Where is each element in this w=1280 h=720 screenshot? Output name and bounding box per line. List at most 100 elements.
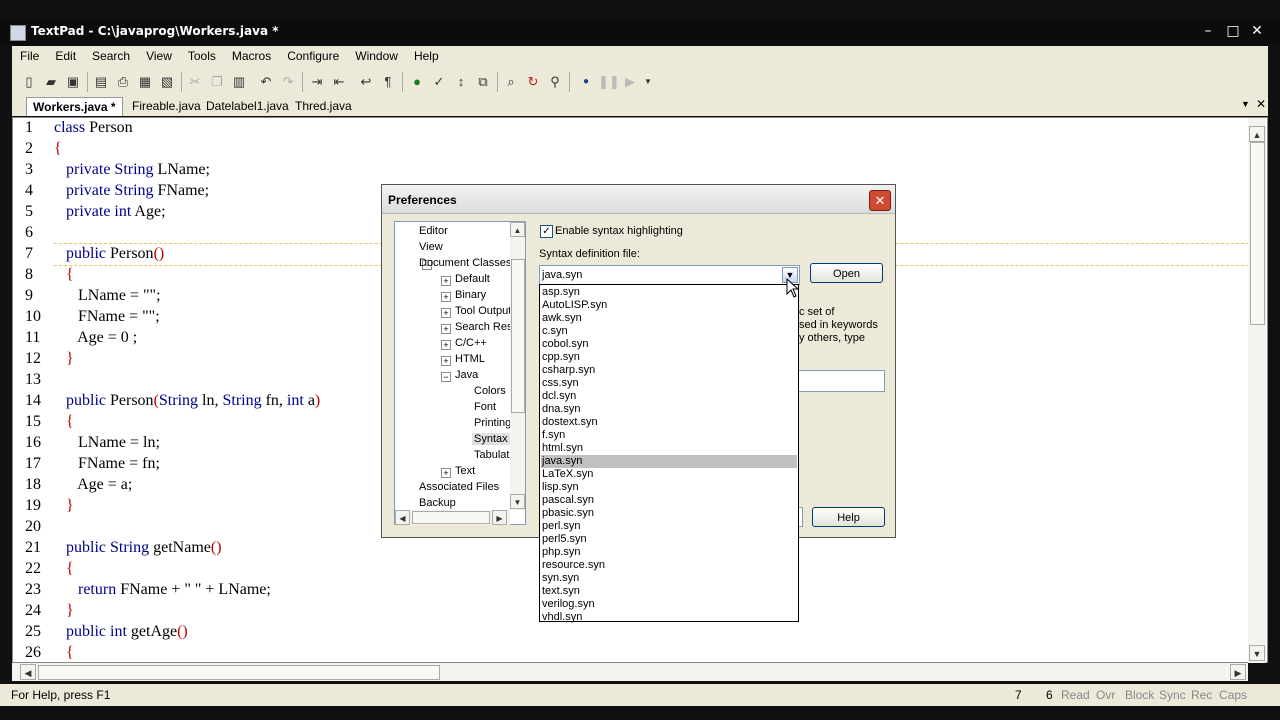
horizontal-scroll-thumb[interactable] [38, 665, 440, 680]
syntax-file-option[interactable]: c.syn [541, 325, 797, 338]
open-folder-icon[interactable]: ▰ [43, 74, 59, 90]
syntax-file-option[interactable]: csharp.syn [541, 364, 797, 377]
indent-icon[interactable]: ⇥ [309, 74, 325, 90]
syntax-file-option[interactable]: lisp.syn [541, 481, 797, 494]
scroll-right-icon[interactable]: ▶ [1230, 664, 1246, 680]
code-line[interactable]: FName = ""; [54, 308, 160, 326]
syntax-file-option[interactable]: vhdl.syn [541, 611, 797, 624]
code-line[interactable]: class Person [54, 119, 133, 137]
cut-icon[interactable]: ✂ [187, 74, 203, 90]
tree-item-view[interactable]: View [417, 241, 445, 253]
code-line[interactable]: { [54, 266, 74, 284]
find-icon[interactable]: ⌕ [503, 74, 519, 90]
syntax-file-option[interactable]: text.syn [541, 585, 797, 598]
syntax-file-option[interactable]: LaTeX.syn [541, 468, 797, 481]
replace-icon[interactable]: ↻ [525, 74, 541, 90]
new-file-icon[interactable]: ▯ [21, 74, 37, 90]
expand-icon[interactable]: + [441, 324, 451, 334]
code-line[interactable]: { [54, 644, 74, 662]
syntax-file-combo[interactable]: java.syn ▼ [539, 265, 800, 285]
tabs-dropdown-icon[interactable]: ▼ [1241, 99, 1250, 109]
code-line[interactable]: Age = 0 ; [54, 329, 137, 347]
play-macro-icon[interactable]: ▶ [622, 74, 638, 90]
tree-hscroll-thumb[interactable] [412, 511, 490, 524]
tree-scroll-right-icon[interactable]: ▶ [492, 510, 507, 525]
expand-icon[interactable]: + [441, 292, 451, 302]
code-line[interactable]: private int Age; [54, 203, 166, 221]
toolbar-overflow-icon[interactable]: ▼ [640, 74, 656, 90]
compare-icon[interactable]: ⧉ [475, 74, 491, 90]
print-icon[interactable]: ⎙ [115, 74, 131, 90]
tree-item-text[interactable]: Text [453, 465, 477, 477]
tab-workers-java[interactable]: Workers.java * [26, 97, 123, 116]
code-line[interactable]: } [54, 497, 74, 515]
scroll-up-icon[interactable]: ▲ [1249, 126, 1265, 142]
syntax-file-option[interactable]: css.syn [541, 377, 797, 390]
vertical-scrollbar[interactable]: ▲ ▼ [1248, 118, 1266, 663]
expand-icon[interactable]: + [441, 308, 451, 318]
tab-thred-java[interactable]: Thred.java [289, 97, 358, 115]
open-button[interactable]: Open [810, 263, 883, 283]
tree-item-associated-files[interactable]: Associated Files [417, 481, 501, 493]
tree-scroll-down-icon[interactable]: ▼ [510, 494, 525, 509]
code-line[interactable]: } [54, 350, 74, 368]
tree-item-syntax[interactable]: Syntax [472, 433, 510, 445]
code-line[interactable]: { [54, 560, 74, 578]
tree-item-printing[interactable]: Printing [472, 417, 513, 429]
help-button[interactable]: Help [812, 507, 885, 527]
code-line[interactable]: public int getAge() [54, 623, 188, 641]
minimize-button[interactable]: – [1197, 21, 1219, 42]
preferences-tree[interactable]: Editor View − Document Classes + Default + Bina… [394, 221, 526, 525]
tree-item-default[interactable]: Default [453, 273, 492, 285]
keywords-input[interactable] [797, 370, 885, 392]
syntax-file-option[interactable]: cpp.syn [541, 351, 797, 364]
syntax-file-option[interactable]: pascal.syn [541, 494, 797, 507]
syntax-file-option[interactable]: AutoLISP.syn [541, 299, 797, 312]
enable-syntax-checkbox[interactable]: ✓ [540, 225, 553, 238]
code-line[interactable]: { [54, 413, 74, 431]
copy-icon[interactable]: ❐ [209, 74, 225, 90]
syntax-file-option[interactable]: php.syn [541, 546, 797, 559]
code-line[interactable]: private String FName; [54, 182, 209, 200]
code-line[interactable]: } [54, 602, 74, 620]
syntax-file-option[interactable]: perl.syn [541, 520, 797, 533]
syntax-file-option[interactable]: java.syn [541, 455, 797, 468]
globe-icon[interactable]: ● [409, 74, 425, 90]
spell-check-icon[interactable]: ✓ [431, 74, 447, 90]
syntax-file-option[interactable]: pbasic.syn [541, 507, 797, 520]
code-line[interactable]: public String getName() [54, 539, 222, 557]
save-all-icon[interactable]: ▤ [93, 74, 109, 90]
syntax-file-option[interactable]: verilog.syn [541, 598, 797, 611]
syntax-file-option[interactable]: dostext.syn [541, 416, 797, 429]
syntax-file-option[interactable]: cobol.syn [541, 338, 797, 351]
syntax-file-option[interactable]: f.syn [541, 429, 797, 442]
syntax-file-option[interactable]: syn.syn [541, 572, 797, 585]
maximize-button[interactable]: □ [1222, 21, 1244, 42]
record-macro-icon[interactable]: ● [578, 74, 594, 90]
menu-tools[interactable]: Tools [180, 46, 224, 68]
menu-configure[interactable]: Configure [279, 46, 347, 68]
redo-icon[interactable]: ↷ [280, 74, 296, 90]
expand-icon[interactable]: + [441, 340, 451, 350]
menu-file[interactable]: File [12, 46, 47, 68]
expand-icon[interactable]: + [441, 276, 451, 286]
syntax-file-dropdown-list[interactable]: asp.syn AutoLISP.syn awk.syn c.syn cobol.syn… [539, 284, 799, 624]
save-icon[interactable]: ▣ [65, 74, 81, 90]
close-window-button[interactable]: ✕ [1246, 21, 1268, 42]
paste-icon[interactable]: ▥ [231, 74, 247, 90]
tree-item-document-classes[interactable]: Document Classes [417, 257, 513, 269]
syntax-file-option[interactable]: dcl.syn [541, 390, 797, 403]
code-line[interactable]: { [54, 140, 62, 158]
menu-help[interactable]: Help [406, 46, 447, 68]
tree-item-font[interactable]: Font [472, 401, 498, 413]
tab-fireable-java[interactable]: Fireable.java [126, 97, 207, 115]
menu-view[interactable]: View [138, 46, 180, 68]
word-wrap-icon[interactable]: ↩ [358, 74, 374, 90]
tree-item-backup[interactable]: Backup [417, 497, 458, 509]
syntax-file-option[interactable]: perl5.syn [541, 533, 797, 546]
code-line[interactable]: public Person() [54, 245, 164, 263]
tree-scroll-thumb[interactable] [511, 259, 525, 413]
code-line[interactable]: LName = ln; [54, 434, 160, 452]
horizontal-scrollbar[interactable]: ◀ ▶ [12, 663, 1248, 681]
code-line[interactable]: return FName + " " + LName; [54, 581, 271, 599]
